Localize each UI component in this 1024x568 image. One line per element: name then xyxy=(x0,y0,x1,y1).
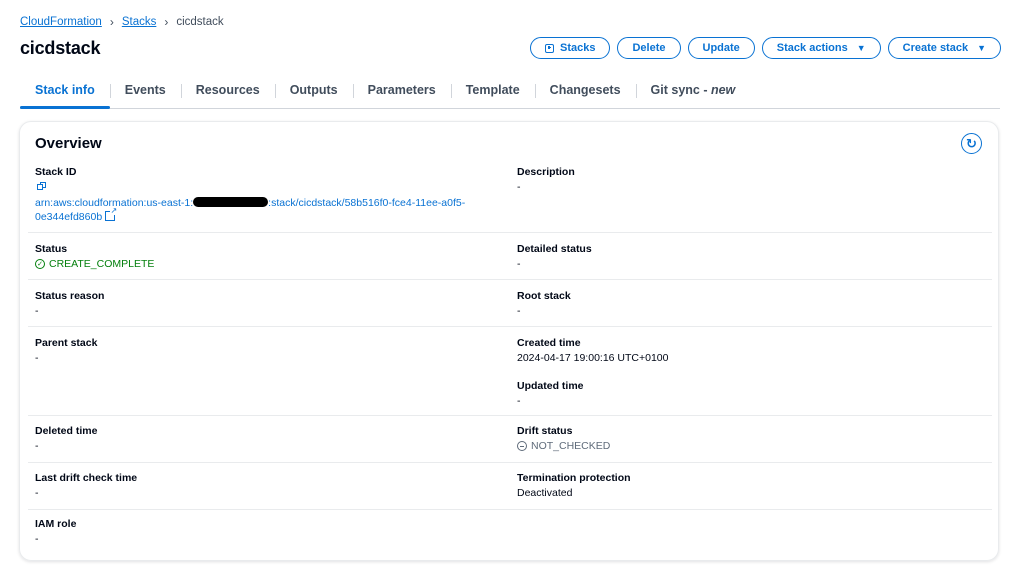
update-button[interactable]: Update xyxy=(687,37,755,59)
status-value: ✓ CREATE_COMPLETE xyxy=(35,258,154,270)
tab-parameters[interactable]: Parameters xyxy=(352,78,451,107)
tab-changesets[interactable]: Changesets xyxy=(534,78,636,107)
status-text: CREATE_COMPLETE xyxy=(49,258,155,270)
drift-status-field: Drift status NOT_CHECKED xyxy=(517,425,610,452)
minus-circle-icon xyxy=(517,441,527,451)
overview-row: Status reason - Root stack - xyxy=(28,280,992,327)
refresh-icon[interactable]: ↻ xyxy=(961,133,982,154)
termination-protection-label: Termination protection xyxy=(517,472,631,484)
parent-stack-label: Parent stack xyxy=(35,337,98,349)
description-value: - xyxy=(517,181,521,193)
stack-id-label: Stack ID xyxy=(35,166,77,178)
termination-protection-field: Termination protection Deactivated xyxy=(517,472,631,499)
breadcrumb: CloudFormation › Stacks › cicdstack xyxy=(20,15,224,29)
update-button-label: Update xyxy=(702,42,740,54)
stacks-button-label: Stacks xyxy=(560,42,596,54)
description-field: Description - xyxy=(517,166,575,193)
stack-id-field: Stack ID arn:aws:cloudformation:us-east-… xyxy=(35,166,505,224)
stack-actions-button[interactable]: Stack actions ▼ xyxy=(761,37,881,59)
status-reason-value: - xyxy=(35,305,39,317)
overview-row: IAM role - xyxy=(28,510,992,556)
arn-suffix: :stack/cicdstack/58b516f0-fce4-11ee-a0f5… xyxy=(268,197,466,209)
tab-stack-info[interactable]: Stack info xyxy=(20,78,110,109)
overview-row: Deleted time - Drift status NOT_CHECKED xyxy=(28,416,992,463)
create-stack-label: Create stack xyxy=(902,42,969,54)
delete-button[interactable]: Delete xyxy=(617,37,681,59)
chevron-right-icon: › xyxy=(109,15,114,29)
stacks-button[interactable]: Stacks xyxy=(530,37,611,59)
deleted-time-label: Deleted time xyxy=(35,425,98,437)
root-stack-field: Root stack - xyxy=(517,290,571,317)
caret-down-icon: ▼ xyxy=(977,43,986,53)
overview-panel: Overview ↻ Stack ID arn:aws:cloudformati… xyxy=(19,121,999,561)
breadcrumb-cloudformation-link[interactable]: CloudFormation xyxy=(20,16,102,28)
external-link-icon xyxy=(105,207,118,221)
delete-button-label: Delete xyxy=(632,42,666,54)
termination-protection-value: Deactivated xyxy=(517,487,573,499)
detailed-status-label: Detailed status xyxy=(517,243,592,255)
last-drift-check-field: Last drift check time - xyxy=(35,472,137,499)
parent-stack-value: - xyxy=(35,352,39,364)
tab-git-sync-label: Git sync - xyxy=(650,83,711,97)
root-stack-value: - xyxy=(517,305,521,317)
status-reason-label: Status reason xyxy=(35,290,105,302)
root-stack-label: Root stack xyxy=(517,290,571,302)
tab-git-sync[interactable]: Git sync - new xyxy=(635,78,751,107)
drift-status-value: NOT_CHECKED xyxy=(517,440,610,452)
overview-row: Parent stack - Created time 2024-04-17 1… xyxy=(28,327,992,416)
breadcrumb-stacks-link[interactable]: Stacks xyxy=(122,16,157,28)
expand-square-icon xyxy=(545,43,554,53)
tab-resources[interactable]: Resources xyxy=(180,78,275,107)
created-time-value: 2024-04-17 19:00:16 UTC+0100 xyxy=(517,352,669,364)
detailed-status-value: - xyxy=(517,258,521,270)
last-drift-check-value: - xyxy=(35,487,39,499)
iam-role-field: IAM role - xyxy=(35,518,76,545)
create-stack-button[interactable]: Create stack ▼ xyxy=(887,37,1001,59)
tab-git-sync-new-badge: new xyxy=(710,83,736,97)
overview-row: Last drift check time - Termination prot… xyxy=(28,463,992,510)
deleted-time-field: Deleted time - xyxy=(35,425,97,452)
breadcrumb-current: cicdstack xyxy=(176,16,224,28)
stack-actions-label: Stack actions xyxy=(776,42,848,54)
parent-stack-field: Parent stack - xyxy=(35,337,97,364)
status-field: Status ✓ CREATE_COMPLETE xyxy=(35,243,154,270)
tab-events[interactable]: Events xyxy=(109,78,181,107)
updated-time-field: Updated time - xyxy=(517,380,584,407)
tab-bar: Stack info Events Resources Outputs Para… xyxy=(20,78,1000,109)
iam-role-value: - xyxy=(35,533,39,545)
tab-outputs[interactable]: Outputs xyxy=(274,78,353,107)
deleted-time-value: - xyxy=(35,440,39,452)
caret-down-icon: ▼ xyxy=(856,43,866,53)
tab-template[interactable]: Template xyxy=(450,78,535,107)
status-reason-field: Status reason - xyxy=(35,290,104,317)
check-circle-icon: ✓ xyxy=(35,259,45,269)
last-drift-check-label: Last drift check time xyxy=(35,472,138,484)
created-time-label: Created time xyxy=(517,337,581,349)
updated-time-value: - xyxy=(517,395,521,407)
created-time-field: Created time 2024-04-17 19:00:16 UTC+010… xyxy=(517,337,669,364)
iam-role-label: IAM role xyxy=(35,518,77,530)
copy-icon[interactable] xyxy=(37,182,46,190)
overview-row: Stack ID arn:aws:cloudformation:us-east-… xyxy=(28,162,992,233)
description-label: Description xyxy=(517,166,575,178)
redacted-account-id xyxy=(193,197,269,207)
overview-row: Status ✓ CREATE_COMPLETE Detailed status … xyxy=(28,233,992,280)
drift-status-label: Drift status xyxy=(517,425,573,437)
detailed-status-field: Detailed status - xyxy=(517,243,592,270)
chevron-right-icon: › xyxy=(164,15,169,29)
page-title: cicdstack xyxy=(20,38,101,58)
status-label: Status xyxy=(35,243,68,255)
arn-tail: 0e344efd860b xyxy=(35,211,103,223)
header-actions: Stacks Delete Update Stack actions ▼ Cre… xyxy=(530,37,1001,59)
drift-status-text: NOT_CHECKED xyxy=(531,440,611,452)
updated-time-label: Updated time xyxy=(517,380,584,392)
overview-title: Overview xyxy=(35,135,102,152)
stack-id-arn-link[interactable]: arn:aws:cloudformation:us-east-1::stack/… xyxy=(35,196,505,224)
